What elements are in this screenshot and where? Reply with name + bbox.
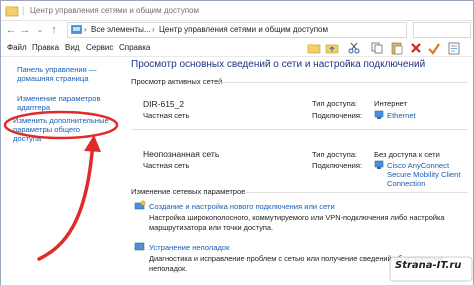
address-box[interactable]: › Все элементы... › Центр управления сет…: [67, 22, 407, 38]
menu-bar: Файл Правка Вид Сервис Справка: [1, 39, 473, 57]
crumb-separator-icon: ›: [152, 25, 155, 34]
menu-help[interactable]: Справка: [119, 43, 150, 52]
network-type: Частная сеть: [143, 111, 190, 120]
cut-icon[interactable]: [347, 41, 361, 55]
task-link-new-connection[interactable]: Создание и настройка нового подключения …: [149, 202, 335, 211]
sidebar-item-advanced-sharing[interactable]: Изменить дополнительные параметры общего…: [13, 116, 109, 143]
search-input[interactable]: [413, 22, 471, 38]
main-content: Просмотр основных сведений о сети и наст…: [126, 57, 473, 285]
task-description: Настройка широкополосного, коммутируемог…: [149, 213, 445, 232]
sidebar: Панель управления — домашняя страница Из…: [1, 57, 126, 285]
divider: [244, 192, 468, 193]
connections-label: Подключения:: [312, 111, 363, 120]
connections-label: Подключения:: [312, 161, 363, 170]
properties-icon[interactable]: [447, 41, 461, 55]
copy-icon[interactable]: [370, 41, 384, 55]
checkmark-icon[interactable]: [427, 41, 441, 55]
network-name: DIR-615_2: [143, 99, 185, 109]
connection-link-cisco[interactable]: Cisco AnyConnect Secure Mobility Client …: [387, 161, 473, 188]
crumb-separator-icon: ›: [84, 25, 87, 34]
up-icon[interactable]: ↑: [48, 23, 60, 37]
divider: [131, 129, 468, 130]
delete-icon[interactable]: [409, 41, 423, 55]
folder-up-icon[interactable]: [325, 41, 339, 55]
divider: [214, 82, 468, 83]
task-link-troubleshoot[interactable]: Устранение неполадок: [149, 243, 229, 252]
change-settings-heading: Изменение сетевых параметров: [131, 187, 246, 196]
menu-view[interactable]: Вид: [65, 43, 79, 52]
breadcrumb-all-items[interactable]: Все элементы...: [91, 25, 150, 34]
forward-icon[interactable]: →: [19, 23, 31, 37]
address-bar: ← → ⌄ ↑ › Все элементы... › Центр управл…: [1, 21, 473, 39]
access-type-label: Тип доступа:: [312, 150, 358, 159]
network-folder-icon: [5, 6, 19, 17]
menu-tools[interactable]: Сервис: [86, 43, 113, 52]
menu-edit[interactable]: Правка: [32, 43, 59, 52]
paste-icon[interactable]: [390, 41, 404, 55]
access-type-value: Интернет: [374, 99, 408, 108]
back-icon[interactable]: ←: [5, 23, 17, 37]
window-title: Центр управления сетями и общим доступом: [30, 6, 199, 15]
watermark-logo: Strana-IT.ru: [389, 254, 473, 284]
network-type: Частная сеть: [143, 161, 190, 170]
watermark-text: Strana-IT.ru: [395, 260, 462, 271]
access-type-label: Тип доступа:: [312, 99, 358, 108]
recent-pages-chevron-icon[interactable]: ⌄: [34, 23, 46, 37]
troubleshoot-icon: [134, 242, 145, 251]
breadcrumb-network-center[interactable]: Центр управления сетями и общим доступом: [159, 25, 328, 34]
page-title: Просмотр основных сведений о сети и наст…: [131, 59, 426, 70]
title-bar: | Центр управления сетями и общим доступ…: [1, 1, 473, 21]
new-connection-icon: [134, 200, 146, 210]
vpn-connection-icon: [374, 160, 384, 169]
control-panel-window: | Центр управления сетями и общим доступ…: [0, 0, 474, 285]
ethernet-icon: [374, 110, 384, 119]
folder-icon[interactable]: [307, 41, 321, 55]
title-separator: |: [22, 5, 25, 15]
network-name: Неопознанная сеть: [143, 149, 220, 159]
access-type-value: Без доступа к сети: [374, 150, 440, 159]
active-networks-heading: Просмотр активных сетей: [131, 77, 223, 86]
menu-file[interactable]: Файл: [7, 43, 27, 52]
sidebar-item-control-panel-home[interactable]: Панель управления — домашняя страница: [17, 65, 125, 83]
connection-link-ethernet[interactable]: Ethernet: [387, 111, 416, 120]
sidebar-item-adapter-settings[interactable]: Изменение параметров адаптера: [17, 94, 125, 112]
control-panel-icon: [71, 25, 82, 34]
